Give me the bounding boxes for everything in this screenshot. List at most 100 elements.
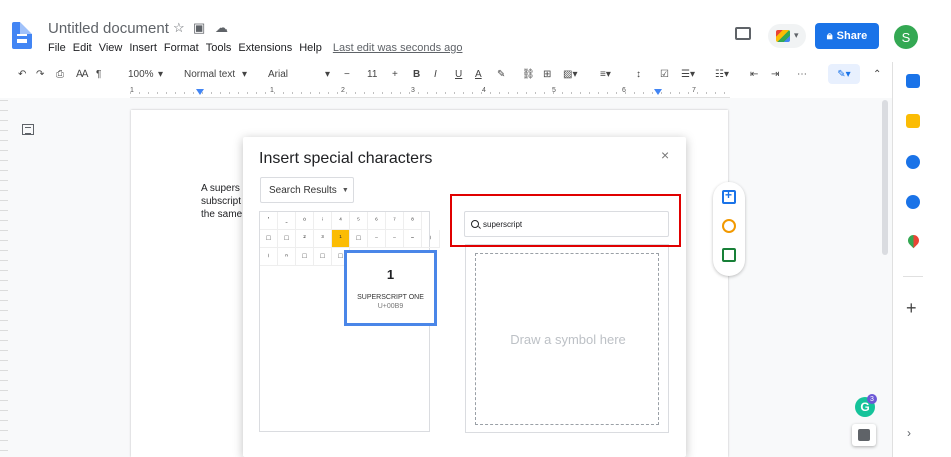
add-comment-icon[interactable] — [722, 188, 736, 204]
char-cell-selected[interactable]: ¹ — [332, 230, 350, 248]
font-select[interactable]: Arial — [268, 68, 288, 82]
add-comment-icon[interactable]: ⊞ — [543, 68, 551, 82]
vertical-scrollbar[interactable] — [882, 100, 888, 255]
preview-name: SUPERSCRIPT ONE — [357, 294, 424, 301]
chevron-right-icon[interactable]: › — [907, 426, 911, 440]
char-cell[interactable]: □ — [296, 248, 314, 266]
maps-icon[interactable] — [905, 232, 922, 249]
text-line: the same — [201, 209, 243, 220]
char-cell[interactable]: ⁼ — [404, 230, 422, 248]
char-cell[interactable]: ⁶ — [368, 212, 386, 230]
more-options-icon[interactable]: ⋯ — [797, 68, 807, 82]
underline-button[interactable]: U — [455, 68, 462, 82]
page-text[interactable]: A supers subscript the same — [201, 182, 242, 221]
char-cell[interactable]: ⁻ — [386, 230, 404, 248]
menu-view[interactable]: View — [99, 42, 123, 54]
suggest-edits-icon[interactable] — [722, 248, 736, 262]
insert-image-icon[interactable]: ▨▾ — [563, 68, 577, 82]
undo-icon[interactable]: ↶ — [18, 68, 26, 82]
char-cell[interactable]: ⁱ — [314, 212, 332, 230]
calendar-icon[interactable] — [906, 74, 920, 88]
char-cell[interactable]: ⁿ — [278, 248, 296, 266]
print-icon[interactable]: ⎙ — [56, 68, 64, 82]
editing-mode-button[interactable]: ✎▾ — [828, 64, 860, 84]
char-cell[interactable]: ⁷ — [386, 212, 404, 230]
lock-icon: 🔒︎ — [826, 29, 833, 42]
char-cell[interactable]: □ — [278, 230, 296, 248]
bold-button[interactable]: B — [413, 68, 420, 82]
char-cell[interactable]: ⁵ — [350, 212, 368, 230]
share-button[interactable]: 🔒︎ Share — [815, 23, 879, 49]
link-icon[interactable]: ⛓ — [522, 68, 535, 82]
document-outline-icon[interactable] — [22, 124, 34, 135]
docs-logo-icon[interactable] — [12, 22, 32, 49]
char-cell[interactable]: ˍ — [278, 212, 296, 230]
align-icon[interactable]: ≡▾ — [600, 68, 611, 82]
decrease-font-size-button[interactable]: − — [344, 68, 350, 82]
draw-symbol-area[interactable]: Draw a symbol here — [475, 253, 659, 425]
contacts-icon[interactable] — [906, 195, 920, 209]
close-icon[interactable]: × — [661, 147, 669, 163]
char-cell[interactable]: □ — [350, 230, 368, 248]
emoji-reaction-icon[interactable] — [722, 219, 736, 233]
meet-button[interactable]: ▾ — [768, 24, 806, 48]
menu-help[interactable]: Help — [299, 42, 322, 54]
char-cell[interactable]: ² — [296, 230, 314, 248]
char-cell[interactable]: ⁰ — [296, 212, 314, 230]
char-cell[interactable]: ⁸ — [404, 212, 422, 230]
italic-button[interactable]: I — [434, 68, 437, 82]
meet-camera-icon — [776, 30, 790, 42]
draw-symbol-panel: Draw a symbol here — [465, 244, 669, 433]
menu-format[interactable]: Format — [164, 42, 199, 54]
char-cell[interactable]: □ — [314, 248, 332, 266]
zoom-select[interactable]: 100% — [128, 68, 154, 82]
horizontal-ruler[interactable]: 1 1 2 3 4 5 6 7 — [130, 87, 730, 98]
menu-insert[interactable]: Insert — [129, 42, 157, 54]
category-dropdown[interactable]: Search Results ▼ — [260, 177, 354, 203]
char-cell[interactable]: □ — [260, 230, 278, 248]
side-panel: + › — [892, 62, 932, 457]
highlight-color-icon[interactable]: ✎ — [497, 68, 505, 82]
menu-edit[interactable]: Edit — [73, 42, 92, 54]
char-cell[interactable]: ⁾ — [260, 248, 278, 266]
increase-indent-icon[interactable]: ⇥ — [771, 68, 779, 82]
increase-font-size-button[interactable]: + — [392, 68, 398, 82]
char-cell[interactable]: ⁽ — [422, 230, 440, 248]
numbered-list-icon[interactable]: ☷▾ — [715, 68, 729, 82]
cloud-status-icon[interactable]: ☁ — [215, 20, 228, 36]
text-color-button[interactable]: A — [475, 68, 482, 82]
draw-placeholder: Draw a symbol here — [510, 332, 626, 347]
style-select[interactable]: Normal text — [184, 68, 235, 82]
char-cell[interactable]: ' — [260, 212, 278, 230]
explore-button[interactable] — [852, 424, 876, 446]
move-folder-icon[interactable]: ▣ — [193, 20, 205, 36]
font-size-input[interactable]: 11 — [367, 68, 377, 82]
hide-menus-icon[interactable]: ⌃ — [873, 68, 881, 82]
account-avatar[interactable]: S — [894, 25, 918, 49]
tasks-icon[interactable] — [906, 155, 920, 169]
last-edit-link[interactable]: Last edit was seconds ago — [333, 42, 463, 54]
document-title[interactable]: Untitled document — [48, 20, 169, 37]
insert-special-characters-dialog: Insert special characters × Search Resul… — [243, 137, 686, 457]
redo-icon[interactable]: ↷ — [36, 68, 44, 82]
star-icon[interactable]: ☆ — [173, 20, 185, 36]
menu-extensions[interactable]: Extensions — [238, 42, 292, 54]
pencil-icon: ✎▾ — [837, 68, 851, 80]
spellcheck-icon[interactable]: Ꜳ — [76, 68, 89, 82]
char-cell[interactable]: ³ — [314, 230, 332, 248]
char-row: ' ˍ ⁰ ⁱ ⁴ ⁵ ⁶ ⁷ ⁸ — [260, 212, 422, 230]
keep-icon[interactable] — [906, 114, 920, 128]
comment-history-icon[interactable] — [735, 27, 751, 40]
chevron-down-icon: ▾ — [158, 69, 164, 80]
bulleted-list-icon[interactable]: ☰▾ — [681, 68, 695, 82]
decrease-indent-icon[interactable]: ⇤ — [750, 68, 758, 82]
char-cell[interactable]: ⁴ — [332, 212, 350, 230]
menu-file[interactable]: File — [48, 42, 66, 54]
char-cell[interactable]: ⁻ — [368, 230, 386, 248]
line-spacing-icon[interactable]: ↕ — [636, 68, 641, 82]
ruler-number: 2 — [341, 87, 345, 94]
checklist-icon[interactable]: ☑ — [660, 68, 669, 82]
paint-format-icon[interactable]: ¶ — [96, 68, 101, 82]
get-addons-icon[interactable]: + — [906, 298, 917, 319]
menu-tools[interactable]: Tools — [206, 42, 232, 54]
